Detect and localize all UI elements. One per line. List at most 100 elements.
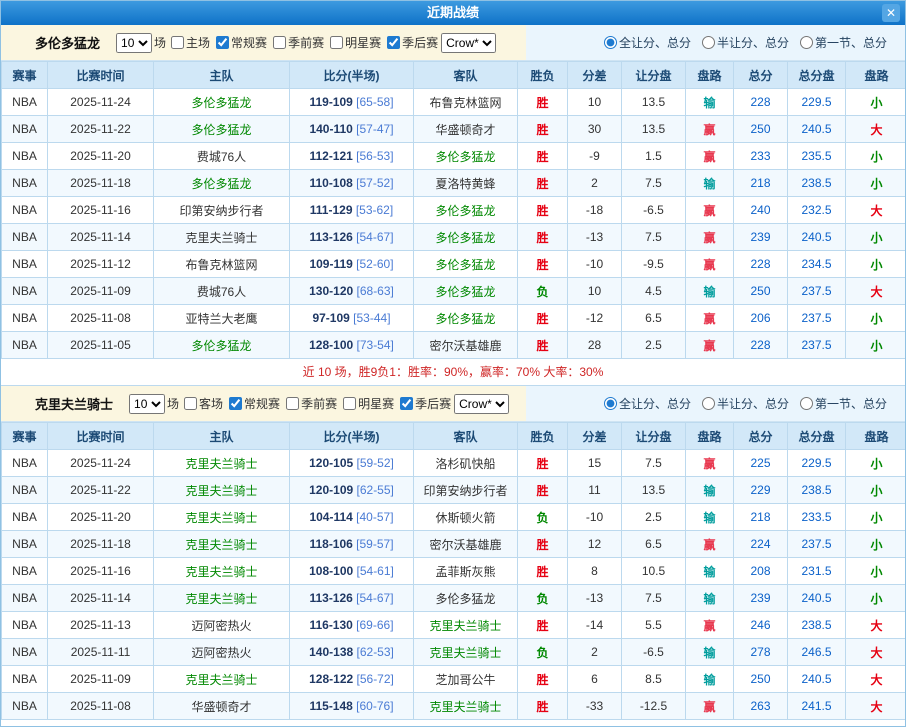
score-final: 116-130 xyxy=(309,618,352,632)
stat-mode-radio-2[interactable]: 第一节、总分 xyxy=(795,395,887,412)
away-team-cell: 多伦多猛龙 xyxy=(414,251,518,278)
spread-result-cell: 赢 xyxy=(686,224,734,251)
spread-cell: 1.5 xyxy=(622,143,686,170)
league-cell: NBA xyxy=(2,278,48,305)
score-final: 130-120 xyxy=(309,284,353,298)
close-icon[interactable]: ✕ xyxy=(882,4,900,22)
date-cell: 2025-11-14 xyxy=(48,224,154,251)
total-line-cell: 237.5 xyxy=(788,305,846,332)
stat-mode-radio-0[interactable]: 全让分、总分 xyxy=(599,34,691,51)
total-result-cell: 小 xyxy=(846,251,906,278)
result-cell: 胜 xyxy=(518,305,568,332)
diff-cell: -13 xyxy=(568,585,622,612)
total-line-cell: 238.5 xyxy=(788,612,846,639)
checkbox-input[interactable] xyxy=(330,36,343,49)
score-half: [52-60] xyxy=(353,257,394,271)
checkbox-input[interactable] xyxy=(171,36,184,49)
radio-input[interactable] xyxy=(702,36,715,49)
team-section-cavaliers: 克里夫兰骑士 10 场 客场常规赛季前赛明星赛季后赛 Crow* 全让分、总分半… xyxy=(1,386,905,720)
away-team-cell: 密尔沃基雄鹿 xyxy=(414,531,518,558)
score-cell: 113-126 [54-67] xyxy=(290,585,414,612)
game-type-checkbox-4[interactable]: 季后赛 xyxy=(382,34,438,51)
game-type-checkbox-1[interactable]: 常规赛 xyxy=(211,34,267,51)
radio-input[interactable] xyxy=(604,397,617,410)
score-half: [53-62] xyxy=(353,203,394,217)
games-count-select[interactable]: 10 xyxy=(116,33,152,53)
score-final: 120-109 xyxy=(309,483,353,497)
total-result-cell: 大 xyxy=(846,197,906,224)
column-header: 总分盘 xyxy=(788,423,846,450)
total-result-cell: 小 xyxy=(846,143,906,170)
spread-result-cell: 输 xyxy=(686,278,734,305)
date-cell: 2025-11-18 xyxy=(48,531,154,558)
league-cell: NBA xyxy=(2,504,48,531)
diff-cell: 2 xyxy=(568,170,622,197)
away-team-cell: 克里夫兰骑士 xyxy=(414,639,518,666)
spread-result-cell: 输 xyxy=(686,666,734,693)
checkbox-input[interactable] xyxy=(387,36,400,49)
stat-mode-radio-1[interactable]: 半让分、总分 xyxy=(697,395,789,412)
checkbox-input[interactable] xyxy=(184,397,197,410)
game-row: NBA2025-11-08亚特兰大老鹰97-109 [53-44]多伦多猛龙胜-… xyxy=(2,305,906,332)
game-type-checkbox-4[interactable]: 季后赛 xyxy=(395,395,451,412)
spread-result-cell: 赢 xyxy=(686,531,734,558)
diff-cell: 28 xyxy=(568,332,622,359)
stat-mode-radio-2[interactable]: 第一节、总分 xyxy=(795,34,887,51)
score-half: [59-52] xyxy=(353,456,394,470)
game-type-checkbox-2[interactable]: 季前赛 xyxy=(281,395,337,412)
radio-input[interactable] xyxy=(800,397,813,410)
game-row: NBA2025-11-16克里夫兰骑士108-100 [54-61]孟菲斯灰熊胜… xyxy=(2,558,906,585)
game-type-checkbox-1[interactable]: 常规赛 xyxy=(224,395,280,412)
spread-cell: 7.5 xyxy=(622,224,686,251)
game-row: NBA2025-11-09费城76人130-120 [68-63]多伦多猛龙负1… xyxy=(2,278,906,305)
spread-cell: 10.5 xyxy=(622,558,686,585)
game-type-checkbox-3[interactable]: 明星赛 xyxy=(338,395,394,412)
stat-mode-radio-1[interactable]: 半让分、总分 xyxy=(697,34,789,51)
checkbox-input[interactable] xyxy=(286,397,299,410)
spread-cell: -9.5 xyxy=(622,251,686,278)
total-cell: 246 xyxy=(734,612,788,639)
checkbox-input[interactable] xyxy=(216,36,229,49)
score-half: [57-52] xyxy=(353,176,394,190)
game-type-checkbox-3[interactable]: 明星赛 xyxy=(325,34,381,51)
home-team-cell: 克里夫兰骑士 xyxy=(154,558,290,585)
score-final: 120-105 xyxy=(309,456,353,470)
stat-mode-radio-0[interactable]: 全让分、总分 xyxy=(599,395,691,412)
games-unit-label: 场 xyxy=(167,395,179,412)
game-type-checkbox-0[interactable]: 主场 xyxy=(166,34,210,51)
score-final: 109-119 xyxy=(309,257,352,271)
total-line-cell: 240.5 xyxy=(788,666,846,693)
odds-company-select[interactable]: Crow* xyxy=(454,394,509,414)
away-team-cell: 休斯顿火箭 xyxy=(414,504,518,531)
diff-cell: -18 xyxy=(568,197,622,224)
game-row: NBA2025-11-14克里夫兰骑士113-126 [54-67]多伦多猛龙负… xyxy=(2,585,906,612)
total-result-cell: 小 xyxy=(846,585,906,612)
radio-input[interactable] xyxy=(604,36,617,49)
radio-input[interactable] xyxy=(702,397,715,410)
diff-cell: 8 xyxy=(568,558,622,585)
window-titlebar: 近期战绩 ✕ xyxy=(1,1,905,25)
spread-result-cell: 赢 xyxy=(686,251,734,278)
checkbox-input[interactable] xyxy=(400,397,413,410)
game-row: NBA2025-11-11迈阿密热火140-138 [62-53]克里夫兰骑士负… xyxy=(2,639,906,666)
games-count-select[interactable]: 10 xyxy=(129,394,165,414)
game-row: NBA2025-11-16印第安纳步行者111-129 [53-62]多伦多猛龙… xyxy=(2,197,906,224)
spread-result-cell: 输 xyxy=(686,477,734,504)
checkbox-input[interactable] xyxy=(229,397,242,410)
result-cell: 胜 xyxy=(518,531,568,558)
odds-company-select[interactable]: Crow* xyxy=(441,33,496,53)
score-final: 113-126 xyxy=(309,591,352,605)
radio-input[interactable] xyxy=(800,36,813,49)
score-cell: 128-100 [73-54] xyxy=(290,332,414,359)
checkbox-input[interactable] xyxy=(343,397,356,410)
league-cell: NBA xyxy=(2,332,48,359)
total-cell: 278 xyxy=(734,639,788,666)
game-type-checkbox-0[interactable]: 客场 xyxy=(179,395,223,412)
checkbox-input[interactable] xyxy=(273,36,286,49)
column-header: 分差 xyxy=(568,62,622,89)
diff-cell: -12 xyxy=(568,305,622,332)
league-cell: NBA xyxy=(2,558,48,585)
result-cell: 胜 xyxy=(518,197,568,224)
game-type-checkbox-2[interactable]: 季前赛 xyxy=(268,34,324,51)
total-result-cell: 小 xyxy=(846,224,906,251)
